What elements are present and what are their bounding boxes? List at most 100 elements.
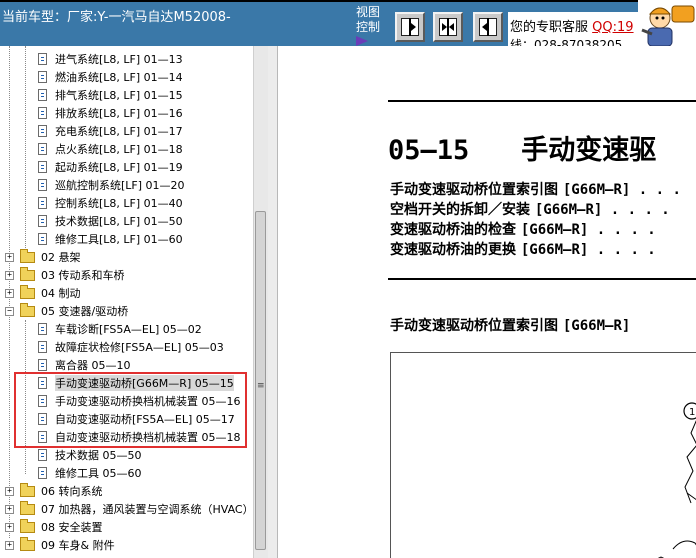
toc-entry-text: 变速驱动桥油的检查	[390, 222, 521, 238]
folder-icon	[20, 518, 35, 533]
tree-folder[interactable]: 06 转向系统	[20, 482, 103, 500]
current-car-model: 当前车型：厂家:Y-一汽马自达M52008-	[2, 10, 231, 25]
tree-item-label: 进气系统[L8, LF] 01—13	[55, 53, 183, 66]
tree-item-label: 充电系统[L8, LF] 01—17	[55, 125, 183, 138]
view-control-label-line1: 视图	[356, 5, 381, 19]
folder-icon	[20, 248, 35, 263]
toc-entry-code: [G66M—R] . . . .	[520, 242, 656, 258]
subheading-text: 手动变速驱动桥位置索引图	[390, 318, 563, 334]
tree-item[interactable]: 充电系统[L8, LF] 01—17	[38, 122, 183, 140]
tree-guide-line	[25, 46, 26, 248]
toc-entry[interactable]: 空档开关的拆卸／安装 [G66M—R] . . . .	[390, 200, 670, 220]
document-icon	[38, 215, 47, 227]
tree-folder[interactable]: 03 传动系和车桥	[20, 266, 125, 284]
tree-item[interactable]: 技术数据[L8, LF] 01—50	[38, 212, 183, 230]
tree-item[interactable]: 维修工具 05—60	[38, 464, 142, 482]
document-icon	[38, 89, 47, 101]
pane-splitter[interactable]	[268, 46, 278, 558]
folder-icon	[20, 500, 35, 515]
tree-item-label: 05 变速器/驱动桥	[41, 305, 129, 318]
toc-entry-code: [G66M—R] . . . .	[534, 202, 670, 218]
top-edge-rule	[0, 0, 696, 2]
top-bar: 当前车型：厂家:Y-一汽马自达M52008- 视图 控制 您的专职客服 QQ:1…	[0, 0, 696, 46]
folder-icon	[20, 302, 35, 317]
view-right-pane-button[interactable]	[395, 12, 425, 42]
document-icon	[38, 323, 47, 335]
tree-folder[interactable]: 09 车身& 附件	[20, 536, 115, 554]
tree-item[interactable]: 巡航控制系统[LF] 01—20	[38, 176, 185, 194]
tree-item-label: 排放系统[L8, LF] 01—16	[55, 107, 183, 120]
tree-item[interactable]: 维修工具[L8, LF] 01—60	[38, 230, 183, 248]
tree-item-label: 维修工具 05—60	[55, 467, 142, 480]
catalog-tree[interactable]: 进气系统[L8, LF] 01—13 燃油系统[L8, LF] 01—14 排气系统…	[0, 46, 253, 558]
tree-folder[interactable]: 07 加热器，通风装置与空调系统（HVAC）	[20, 500, 253, 518]
service-phone: 线：028-87038205	[510, 38, 623, 46]
tree-item-label: 06 转向系统	[41, 485, 103, 498]
tree-item-label: 技术数据 05—50	[55, 449, 142, 462]
tree-folder[interactable]: 05 变速器/驱动桥	[20, 302, 128, 320]
tree-item[interactable]: 起动系统[L8, LF] 01—19	[38, 158, 183, 176]
collapse-icon[interactable]: −	[5, 307, 14, 316]
expand-icon[interactable]: +	[5, 271, 14, 280]
tree-item-label: 燃油系统[L8, LF] 01—14	[55, 71, 183, 84]
toc-entry[interactable]: 变速驱动桥油的检查 [G66M—R] . . . .	[390, 220, 656, 240]
subheading-code: [G66M—R]	[562, 318, 631, 334]
tree-item-label: 07 加热器，通风装置与空调系统（HVAC）	[41, 503, 253, 516]
tree-item[interactable]: 技术数据 05—50	[38, 446, 142, 464]
folder-icon	[20, 284, 35, 299]
expand-icon[interactable]: +	[5, 487, 14, 496]
tree-item[interactable]: 控制系统[L8, LF] 01—40	[38, 194, 183, 212]
tree-item[interactable]: 排放系统[L8, LF] 01—16	[38, 104, 183, 122]
tree-item[interactable]: 燃油系统[L8, LF] 01—14	[38, 68, 183, 86]
document-icon	[38, 341, 47, 353]
split-arrows-icon	[442, 18, 454, 36]
customer-service-panel: 您的专职客服 QQ:19 线：028-87038205	[508, 12, 638, 46]
document-icon	[38, 53, 47, 65]
section-number: 05—15	[388, 135, 470, 166]
view-split-pane-button[interactable]	[433, 12, 463, 42]
qq-link[interactable]: QQ:19	[592, 20, 633, 35]
location-index-figure: 1	[390, 352, 696, 558]
toc-entry-text: 空档开关的拆卸／安装	[390, 202, 535, 218]
service-label: 您的专职客服	[510, 20, 589, 35]
expand-icon[interactable]: +	[5, 505, 14, 514]
toc-bottom-rule	[388, 278, 696, 280]
view-left-pane-button[interactable]	[473, 12, 503, 42]
tree-folder[interactable]: 02 悬架	[20, 248, 81, 266]
document-icon	[38, 161, 47, 173]
expand-icon[interactable]: +	[5, 541, 14, 550]
document-view: 05—15 手动变速驱 手动变速驱动桥位置索引图 [G66M—R] . . . 空…	[278, 46, 696, 558]
expand-icon[interactable]: +	[5, 289, 14, 298]
tree-item-label: 故障症状检修[FS5A—EL] 05—03	[55, 341, 224, 354]
tree-item[interactable]: 进气系统[L8, LF] 01—13	[38, 50, 183, 68]
document-icon	[38, 107, 47, 119]
toc-entry-code: [G66M—R] . . . .	[520, 222, 656, 238]
tree-item[interactable]: 点火系统[L8, LF] 01—18	[38, 140, 183, 158]
mechanic-mascot-image	[638, 0, 696, 46]
tree-folder[interactable]: 04 制动	[20, 284, 81, 302]
document-icon	[38, 125, 47, 137]
highlight-annotation-box	[14, 372, 247, 448]
transaxle-drawing: 1	[657, 402, 696, 558]
tree-folder[interactable]: 08 安全装置	[20, 518, 103, 536]
mechanic-mascot-icon	[641, 5, 695, 46]
tree-item[interactable]: 排气系统[L8, LF] 01—15	[38, 86, 183, 104]
folder-icon	[20, 536, 35, 551]
document-icon	[38, 449, 47, 461]
toc-entry[interactable]: 变速驱动桥油的更换 [G66M—R] . . . .	[390, 240, 656, 260]
page-title: 05—15 手动变速驱	[388, 128, 656, 167]
folder-icon	[20, 266, 35, 281]
tree-item[interactable]: 车载诊断[FS5A—EL] 05—02	[38, 320, 202, 338]
toc-entry-text: 手动变速驱动桥位置索引图	[390, 182, 563, 198]
section-title: 手动变速驱	[521, 135, 657, 166]
figure-callout-number: 1	[689, 407, 695, 418]
tree-item-label: 03 传动系和车桥	[41, 269, 125, 282]
tree-item[interactable]: 故障症状检修[FS5A—EL] 05—03	[38, 338, 224, 356]
arrow-right-icon	[409, 18, 416, 36]
toc-entry[interactable]: 手动变速驱动桥位置索引图 [G66M—R] . . .	[390, 180, 681, 200]
tree-item-label: 08 安全装置	[41, 521, 103, 534]
tree-item-label: 04 制动	[41, 287, 81, 300]
expand-icon[interactable]: +	[5, 523, 14, 532]
section-subheading: 手动变速驱动桥位置索引图 [G66M—R]	[390, 315, 630, 335]
expand-icon[interactable]: +	[5, 253, 14, 262]
